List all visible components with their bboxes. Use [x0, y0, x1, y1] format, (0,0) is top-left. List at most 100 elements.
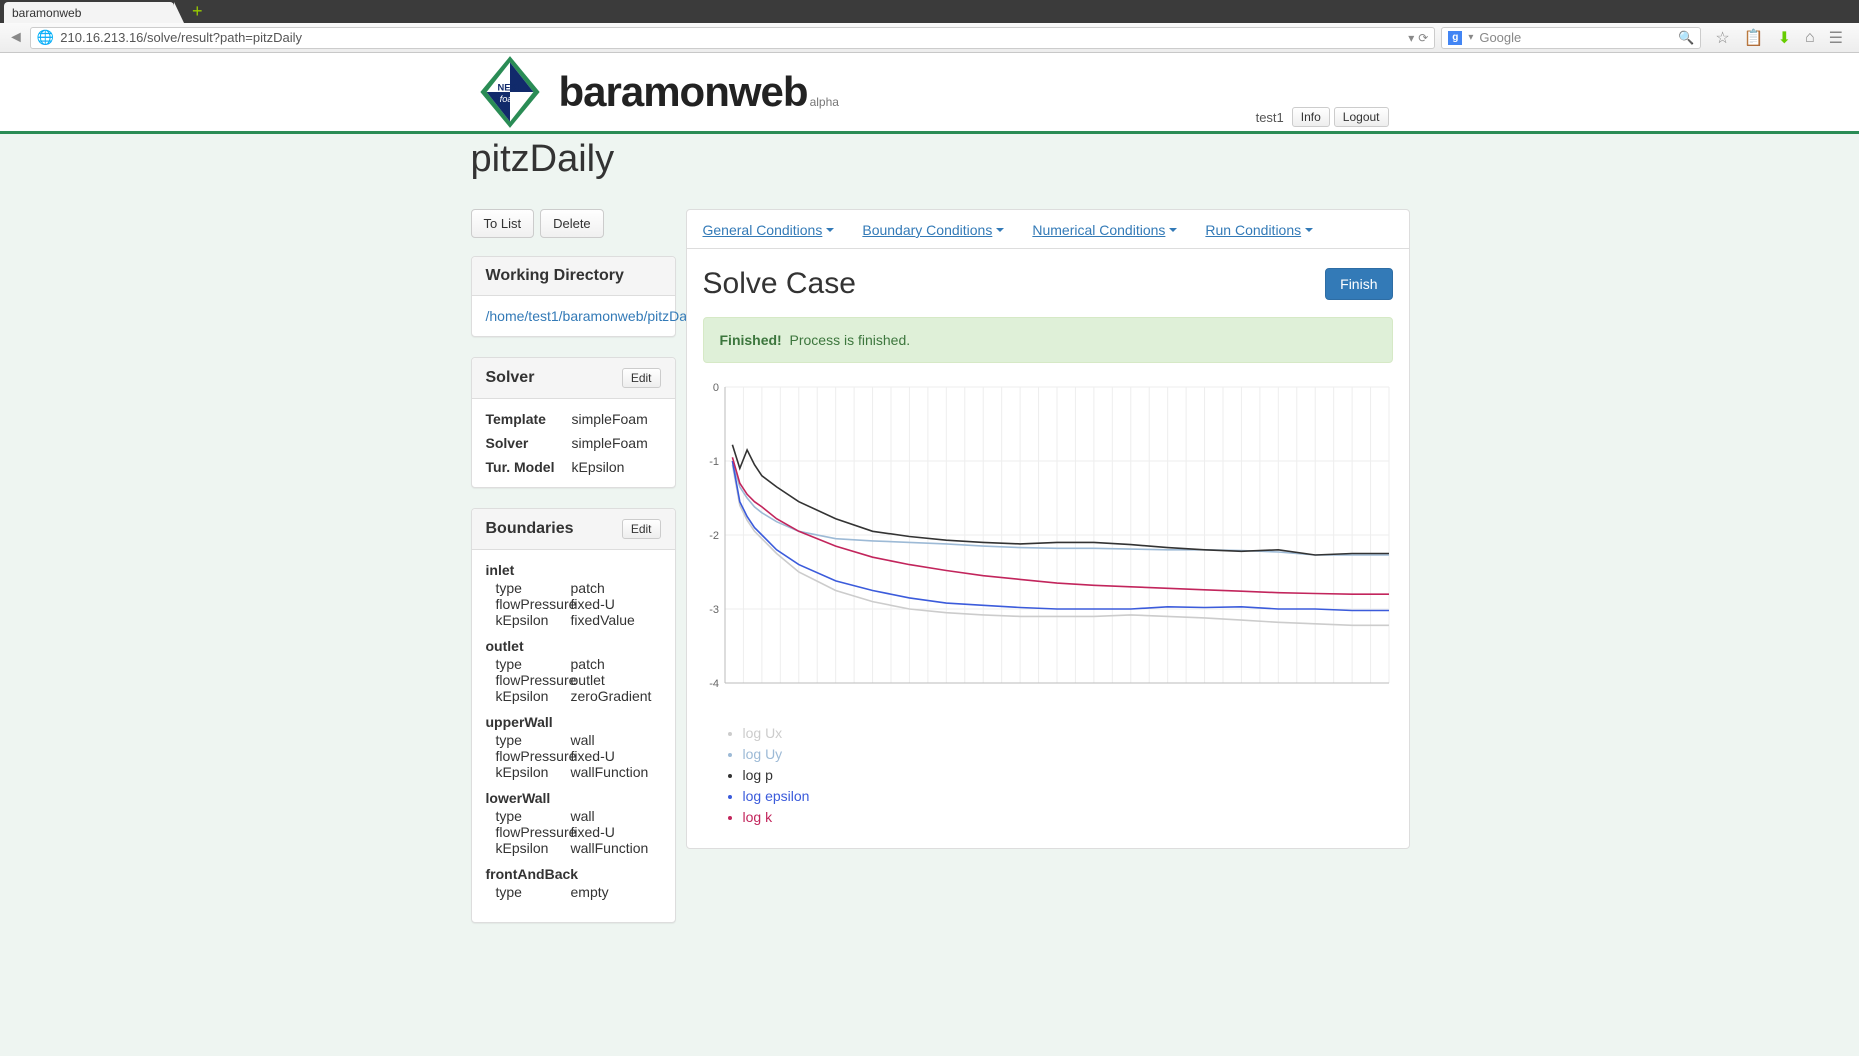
legend-label: log epsilon — [743, 788, 810, 804]
boundary-prop: kEpsilonfixedValue — [486, 612, 661, 628]
tab-strip: baramonweb + — [0, 0, 1859, 23]
boundary-group-name: frontAndBack — [486, 866, 661, 882]
new-tab-button[interactable]: + — [192, 1, 203, 22]
boundary-prop-key: flowPressure — [496, 748, 571, 764]
boundary-prop-key: type — [496, 732, 571, 748]
nav-tab[interactable]: Numerical Conditions — [1032, 222, 1177, 248]
solver-row: TemplatesimpleFoam — [486, 411, 661, 427]
search-placeholder: Google — [1479, 30, 1521, 45]
nav-tab-label: Boundary Conditions — [862, 222, 992, 238]
brand-suffix: alpha — [810, 95, 839, 109]
boundary-prop: typeempty — [486, 884, 661, 900]
alert-strong: Finished! — [720, 332, 782, 348]
svg-text:0: 0 — [712, 382, 718, 394]
delete-button[interactable]: Delete — [540, 209, 604, 238]
info-button[interactable]: Info — [1292, 107, 1330, 127]
svg-text:NEXT: NEXT — [497, 82, 522, 92]
working-directory-link[interactable]: /home/test1/baramonweb/pitzDaily — [486, 308, 701, 324]
finish-button[interactable]: Finish — [1325, 268, 1392, 300]
solver-row-key: Template — [486, 411, 572, 427]
search-dropdown-icon[interactable]: ▾ — [1468, 32, 1473, 43]
nav-tab[interactable]: Run Conditions — [1205, 222, 1313, 248]
boundary-group: lowerWalltypewallflowPressurefixed-UkEps… — [486, 790, 661, 856]
boundaries-panel: Boundaries Edit inlettypepatchflowPressu… — [471, 508, 676, 923]
boundary-group-name: upperWall — [486, 714, 661, 730]
browser-chrome: baramonweb + ◄ 🌐 210.16.213.16/solve/res… — [0, 0, 1859, 53]
url-bar[interactable]: 🌐 210.16.213.16/solve/result?path=pitzDa… — [30, 27, 1435, 49]
download-icon[interactable]: ⬇ — [1778, 28, 1791, 48]
boundary-prop-key: type — [496, 656, 571, 672]
boundary-group-name: outlet — [486, 638, 661, 654]
search-box[interactable]: g ▾ Google 🔍 — [1441, 27, 1701, 49]
boundary-prop-value: fixed-U — [571, 596, 615, 612]
boundaries-heading: Boundaries — [486, 520, 574, 538]
svg-text:-3: -3 — [709, 604, 719, 616]
globe-icon: 🌐 — [37, 29, 54, 46]
nav-tabs: General Conditions Boundary Conditions Num… — [687, 210, 1409, 249]
page-header: NEXT foam baramonwebalpha test1 Info Log… — [0, 53, 1859, 134]
solver-row-key: Solver — [486, 435, 572, 451]
boundary-prop-key: flowPressure — [496, 672, 571, 688]
dropdown-icon[interactable]: ▾ — [1408, 31, 1414, 45]
chart-legend: log Uxlog Uylog plog epsilonlog k — [703, 723, 1393, 828]
nav-tab[interactable]: General Conditions — [703, 222, 835, 248]
user-area: test1 Info Logout — [1256, 107, 1389, 127]
boundary-prop-value: outlet — [571, 672, 605, 688]
to-list-button[interactable]: To List — [471, 209, 535, 238]
caret-icon — [826, 228, 834, 232]
tab-title: baramonweb — [12, 6, 81, 20]
boundary-prop: kEpsilonwallFunction — [486, 840, 661, 856]
logout-button[interactable]: Logout — [1334, 107, 1389, 127]
solver-row-value: simpleFoam — [572, 435, 648, 451]
boundary-group: frontAndBack typeempty — [486, 866, 661, 900]
boundary-prop-value: fixed-U — [571, 748, 615, 764]
boundary-group-name: inlet — [486, 562, 661, 578]
boundary-prop-key: kEpsilon — [496, 764, 571, 780]
boundary-prop-value: wallFunction — [571, 764, 649, 780]
reload-icon[interactable]: ⟳ — [1418, 31, 1428, 45]
home-icon[interactable]: ⌂ — [1805, 29, 1815, 47]
section-title: Solve Case — [703, 267, 856, 301]
svg-text:-1: -1 — [709, 456, 719, 468]
case-title: pitzDaily — [471, 138, 1389, 181]
logo[interactable]: NEXT foam baramonwebalpha — [471, 53, 839, 131]
boundary-prop: typewall — [486, 808, 661, 824]
clipboard-icon[interactable]: 📋 — [1744, 28, 1764, 48]
solver-edit-button[interactable]: Edit — [622, 368, 661, 388]
nav-tab[interactable]: Boundary Conditions — [862, 222, 1004, 248]
back-icon[interactable]: ◄ — [8, 29, 24, 47]
svg-text:-2: -2 — [709, 530, 719, 542]
nav-tab-label: Run Conditions — [1205, 222, 1301, 238]
brand-text: baramonweb — [559, 68, 808, 115]
working-directory-heading: Working Directory — [486, 267, 624, 285]
boundary-prop-value: wall — [571, 732, 595, 748]
boundary-prop-value: patch — [571, 580, 605, 596]
nav-bar: ◄ 🌐 210.16.213.16/solve/result?path=pitz… — [0, 23, 1859, 53]
boundary-prop-value: wallFunction — [571, 840, 649, 856]
boundary-prop-key: flowPressure — [496, 596, 571, 612]
legend-item: log epsilon — [743, 786, 1393, 807]
solver-row-key: Tur. Model — [486, 459, 572, 475]
alert-success: Finished! Process is finished. — [703, 317, 1393, 363]
search-icon[interactable]: 🔍 — [1678, 30, 1694, 46]
boundary-prop-value: zeroGradient — [571, 688, 652, 704]
working-directory-panel: Working Directory /home/test1/baramonweb… — [471, 256, 676, 337]
boundary-prop: flowPressurefixed-U — [486, 596, 661, 612]
logo-mark: NEXT foam — [471, 53, 549, 131]
legend-label: log p — [743, 767, 773, 783]
google-icon: g — [1448, 31, 1462, 45]
boundary-prop-value: empty — [571, 884, 609, 900]
boundary-prop: typepatch — [486, 656, 661, 672]
boundary-group: inlettypepatchflowPressurefixed-UkEpsilo… — [486, 562, 661, 628]
solver-heading: Solver — [486, 369, 535, 387]
caret-icon — [996, 228, 1004, 232]
legend-item: log p — [743, 765, 1393, 786]
boundary-group: outlettypepatchflowPressureoutletkEpsilo… — [486, 638, 661, 704]
boundary-group-name: lowerWall — [486, 790, 661, 806]
bookmark-icon[interactable]: ☆ — [1715, 28, 1729, 48]
boundaries-edit-button[interactable]: Edit — [622, 519, 661, 539]
menu-icon[interactable]: ☰ — [1829, 28, 1843, 48]
browser-tab[interactable]: baramonweb — [4, 2, 174, 23]
svg-text:foam: foam — [499, 94, 520, 104]
caret-icon — [1305, 228, 1313, 232]
